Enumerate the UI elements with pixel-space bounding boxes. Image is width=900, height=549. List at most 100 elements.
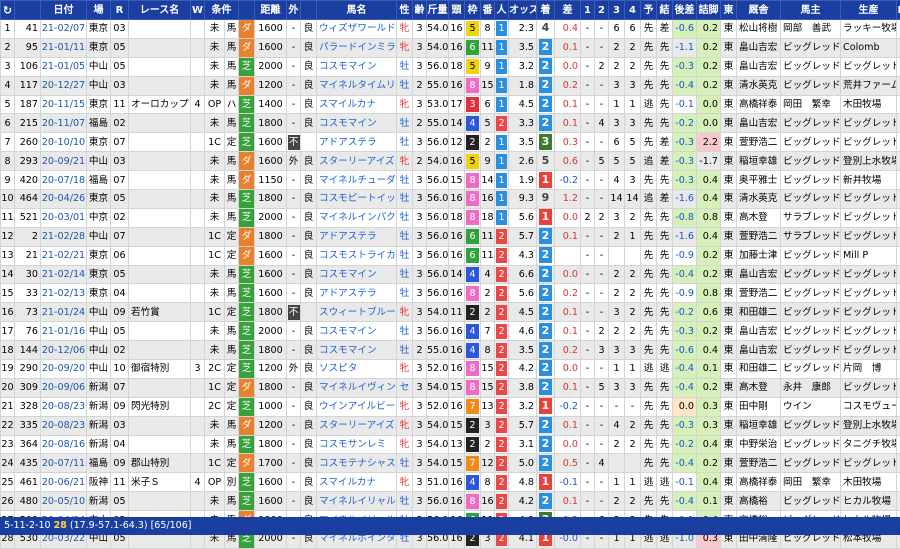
- race-date[interactable]: 20-12/27: [41, 76, 87, 95]
- race-date[interactable]: 21-02/07: [41, 20, 87, 39]
- horse-name[interactable]: アドアステラ: [317, 284, 397, 303]
- hb-mark[interactable]: ○: [897, 190, 900, 209]
- table-row[interactable]: 2030920-09/06新潟071C定ダ1800-良マイネルイヴィンスセ354…: [1, 378, 900, 397]
- col-odds[interactable]: オッズ: [509, 1, 537, 20]
- horse-name[interactable]: スマイルカナ: [317, 473, 397, 492]
- col-c3[interactable]: 3: [609, 1, 625, 20]
- race-date[interactable]: 20-08/16: [41, 435, 87, 454]
- table-row[interactable]: 132121-02/21東京061C定ダ1600-良コスモストライカー牡356.…: [1, 246, 900, 265]
- table-row[interactable]: 2132820-08/23新潟09閃光特別2C定芝1000-良ウインアイルビータ…: [1, 397, 900, 416]
- col-waku[interactable]: 枠: [465, 1, 481, 20]
- race-date[interactable]: 20-04/26: [41, 190, 87, 209]
- hb-mark[interactable]: ○: [897, 38, 900, 57]
- table-row[interactable]: 1929020-09/20中山10御宿特別32C定芝1200外良ソスピタ牝352…: [1, 360, 900, 379]
- col-sex[interactable]: 性: [397, 1, 413, 20]
- col-c2[interactable]: 2: [595, 1, 609, 20]
- table-row[interactable]: 12221-02/28中山071C定ダ1800-良アドアステラ牡356.0166…: [1, 227, 900, 246]
- horse-name[interactable]: コスモマイン: [317, 57, 397, 76]
- col-umaban[interactable]: 番: [481, 1, 495, 20]
- horse-name[interactable]: アドアステラ: [317, 133, 397, 152]
- col-agari[interactable]: 後差: [673, 1, 697, 20]
- col-pop[interactable]: 人: [495, 1, 509, 20]
- table-row[interactable]: 14121-02/07東京03未馬ダ1600-良ウィズザワールド牝354.016…: [1, 20, 900, 39]
- table-row[interactable]: 143021-02/14東京05未馬芝1600-良コスモマイン牡356.0144…: [1, 265, 900, 284]
- horse-name[interactable]: マイネルイヴィンス: [317, 378, 397, 397]
- race-date[interactable]: 21-02/13: [41, 284, 87, 303]
- col-c1[interactable]: 1: [581, 1, 595, 20]
- horse-name[interactable]: コスモストライカー: [317, 246, 397, 265]
- hb-mark[interactable]: ○: [897, 284, 900, 303]
- race-date[interactable]: 20-11/15: [41, 95, 87, 114]
- hb-mark[interactable]: ○: [897, 416, 900, 435]
- horse-name[interactable]: コスモマイン: [317, 322, 397, 341]
- race-date[interactable]: 20-10/10: [41, 133, 87, 152]
- hb-mark[interactable]: ○: [897, 378, 900, 397]
- col-outer[interactable]: 外: [287, 1, 301, 20]
- horse-name[interactable]: ウインアイルビータ: [317, 397, 397, 416]
- hb-mark[interactable]: ○: [897, 303, 900, 322]
- horse-name[interactable]: コスモピートイット: [317, 190, 397, 209]
- horse-name[interactable]: コスモマイン: [317, 265, 397, 284]
- race-date[interactable]: 20-09/06: [41, 378, 87, 397]
- col-east[interactable]: 東: [721, 1, 737, 20]
- hb-mark[interactable]: ○: [897, 473, 900, 492]
- race-date[interactable]: 21-01/16: [41, 322, 87, 341]
- col-id[interactable]: [15, 1, 41, 20]
- table-row[interactable]: 518720-11/15東京11オーロカップ4OPハ芝1400-良スマイルカナ牝…: [1, 95, 900, 114]
- hb-mark[interactable]: ○: [897, 360, 900, 379]
- col-c4[interactable]: 4: [625, 1, 641, 20]
- race-date[interactable]: 20-07/18: [41, 171, 87, 190]
- table-row[interactable]: 829320-09/21中山03未馬ダ1600外良スターリーアイズ牝254.01…: [1, 152, 900, 171]
- horse-name[interactable]: スマイルカナ: [317, 95, 397, 114]
- hb-mark[interactable]: ○: [897, 454, 900, 473]
- horse-name[interactable]: スウィートブルーム: [317, 303, 397, 322]
- col-race-name[interactable]: レース名: [129, 1, 191, 20]
- hb-mark[interactable]: ○: [897, 322, 900, 341]
- race-date[interactable]: 20-12/06: [41, 341, 87, 360]
- race-date[interactable]: 20-08/23: [41, 397, 87, 416]
- hb-mark[interactable]: ○: [897, 57, 900, 76]
- hb-mark[interactable]: ○: [897, 208, 900, 227]
- col-age[interactable]: 齢: [413, 1, 427, 20]
- hb-mark[interactable]: ○: [897, 114, 900, 133]
- race-date[interactable]: 20-06/21: [41, 473, 87, 492]
- col-hb[interactable]: HB: [897, 1, 900, 20]
- horse-name[interactable]: マイネルインパクト: [317, 208, 397, 227]
- horse-name[interactable]: マイネルタイムリー: [317, 76, 397, 95]
- horse-name[interactable]: コスモテナシャス: [317, 454, 397, 473]
- table-row[interactable]: 621520-11/07福島02未馬芝1800-良コスモマイン牡255.0144…: [1, 114, 900, 133]
- hb-mark[interactable]: ○: [897, 95, 900, 114]
- refresh-icon[interactable]: ↻: [1, 1, 15, 20]
- col-cond[interactable]: 条件: [205, 1, 239, 20]
- hb-mark[interactable]: ○: [897, 76, 900, 95]
- race-date[interactable]: 21-02/14: [41, 265, 87, 284]
- col-distance[interactable]: 距離: [255, 1, 287, 20]
- race-date[interactable]: 21-01/24: [41, 303, 87, 322]
- horse-name[interactable]: コスモマイン: [317, 341, 397, 360]
- hb-mark[interactable]: ○: [897, 397, 900, 416]
- col-tsume[interactable]: 詰脚: [697, 1, 721, 20]
- col-result[interactable]: 結: [657, 1, 673, 20]
- table-row[interactable]: 411720-12/27中山03未馬ダ1200-良マイネルタイムリー牡255.0…: [1, 76, 900, 95]
- hb-mark[interactable]: ○: [897, 265, 900, 284]
- horse-name[interactable]: コスモサンレミ: [317, 435, 397, 454]
- table-row[interactable]: 2336420-08/16新潟04未馬芝1800-良コスモサンレミ牝354.01…: [1, 435, 900, 454]
- table-row[interactable]: 2443520-07/11福島09郡山特別1C定ダ1700-良コスモテナシャス牡…: [1, 454, 900, 473]
- table-row[interactable]: 310621-01/05中山05未馬芝2000-良コスモマイン牡356.0185…: [1, 57, 900, 76]
- col-surface[interactable]: [239, 1, 255, 20]
- table-row[interactable]: 29521-01/11東京05未馬ダ1600-良パラードインミラノ牝354.01…: [1, 38, 900, 57]
- col-weight[interactable]: 斤量: [427, 1, 449, 20]
- table-row[interactable]: 2233520-08/23新潟03未馬ダ1200-良スターリーアイズ牝354.0…: [1, 416, 900, 435]
- table-row[interactable]: 177621-01/16中山05未馬芝2000-良コスモマイン牡356.0164…: [1, 322, 900, 341]
- race-date[interactable]: 20-03/01: [41, 208, 87, 227]
- table-row[interactable]: 1814420-12/06中山02未馬芝1800-良コスモマイン牡255.016…: [1, 341, 900, 360]
- race-date[interactable]: 21-02/21: [41, 246, 87, 265]
- race-date[interactable]: 21-01/05: [41, 57, 87, 76]
- col-finish[interactable]: 着: [537, 1, 555, 20]
- race-date[interactable]: 20-09/20: [41, 360, 87, 379]
- col-owner[interactable]: 馬主: [781, 1, 841, 20]
- table-row[interactable]: 942020-07/18福島07未馬ダ1150-良マイネルチューダ牡356.01…: [1, 171, 900, 190]
- race-date[interactable]: 20-08/23: [41, 416, 87, 435]
- horse-name[interactable]: コスモマイン: [317, 114, 397, 133]
- table-row[interactable]: 1152120-03/01中京02未馬芝2000-良マイネルインパクト牡356.…: [1, 208, 900, 227]
